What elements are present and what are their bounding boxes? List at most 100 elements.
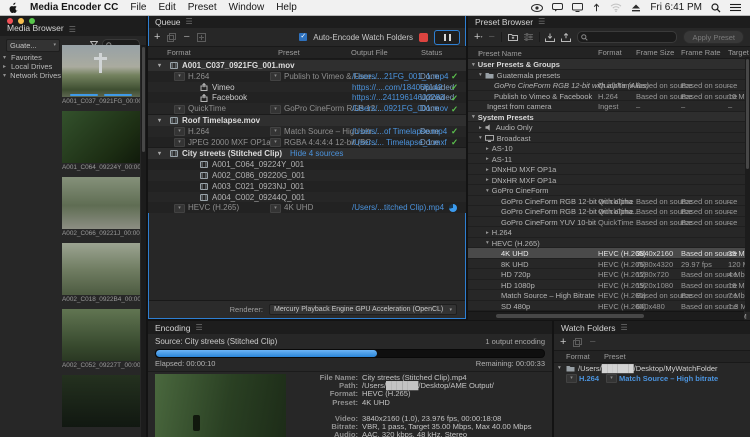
preset-settings-icon[interactable] — [524, 33, 533, 41]
menu-app-name[interactable]: Media Encoder CC — [30, 2, 118, 13]
format-dropdown[interactable]: ▾ — [174, 105, 185, 114]
remove-watch-folder-button[interactable]: − — [589, 337, 595, 347]
close-window-button[interactable] — [7, 18, 13, 24]
preset-hscrollbar-thumb[interactable] — [496, 314, 644, 318]
hide-sources-link[interactable]: Hide 4 sources — [290, 149, 343, 158]
column-format[interactable]: Format — [167, 48, 191, 57]
eject-status-icon[interactable] — [631, 3, 641, 12]
column-status[interactable]: Status — [421, 48, 442, 57]
preset-group-row[interactable]: ▾User Presets & Groups — [468, 59, 750, 70]
queue-output-row[interactable]: ▾H.264▾Publish to Vimeo & Face.../Users/… — [148, 71, 466, 82]
queue-source-row[interactable]: ▾City streets (Stitched Clip)Hide 4 sour… — [148, 147, 466, 159]
format-dropdown[interactable]: ▾ — [174, 127, 185, 136]
media-thumbnail[interactable]: A002_C018_0922B4_00:00:48 — [62, 243, 140, 303]
stitched-source-row[interactable]: A002_C086_09220G_001 — [148, 170, 466, 181]
preset-scrollbar[interactable] — [745, 57, 750, 312]
media-thumbnail[interactable]: A001_C037_0921FG_00:00:00:2 — [62, 45, 140, 105]
chevron-down-icon[interactable]: ▾ — [472, 62, 475, 68]
preset-group-row[interactable]: ▸Audio Only — [468, 122, 750, 133]
panel-menu-icon[interactable]: ☰ — [195, 325, 202, 331]
menu-file[interactable]: File — [130, 2, 146, 13]
tab-watch-folders[interactable]: Watch Folders — [561, 323, 615, 333]
tab-preset-browser[interactable]: Preset Browser — [475, 17, 533, 27]
spotlight-icon[interactable] — [711, 3, 721, 13]
thumbnail-image[interactable] — [62, 45, 140, 97]
format-dropdown[interactable]: ▾ — [174, 138, 185, 147]
chevron-right-icon[interactable]: ▸ — [479, 125, 482, 131]
watch-preset[interactable]: Match Source – High bitrate — [619, 374, 718, 383]
new-group-icon[interactable] — [508, 33, 518, 41]
column-format[interactable]: Format — [566, 352, 590, 361]
panel-menu-icon[interactable]: ☰ — [186, 19, 193, 25]
preset-scrollbar-thumb[interactable] — [746, 59, 749, 169]
column-target-rate[interactable]: Target Rate — [728, 48, 750, 57]
preset-dropdown[interactable]: ▾ — [606, 374, 617, 383]
preset-dropdown[interactable]: ▾ — [270, 72, 281, 81]
queue-output-row[interactable]: ▾QuickTime▾GoPro CineForm RGB 12.../User… — [148, 103, 466, 114]
format-dropdown[interactable]: ▾ — [174, 204, 185, 213]
queue-output-row[interactable]: ▾HEVC (H.265)▾4K UHD/Users/...titched Cl… — [148, 202, 466, 213]
media-tree-item[interactable]: ▾Favorites — [3, 53, 61, 62]
preset-group-row[interactable]: ▸DNxHR MXF OP1a — [468, 175, 750, 186]
media-scrollbar-thumb[interactable] — [142, 47, 145, 152]
preset-group-row[interactable]: ▾HEVC (H.265) — [468, 238, 750, 249]
duplicate-button[interactable] — [167, 33, 176, 42]
column-frame-size[interactable]: Frame Size — [636, 48, 674, 57]
thumbnail-image[interactable] — [62, 243, 140, 295]
add-source-button[interactable]: + — [154, 32, 160, 42]
preset-row[interactable]: GoPro CineForm YUV 10-bitQuickTimeBased … — [468, 217, 750, 228]
thumbnail-image[interactable] — [62, 309, 140, 361]
renderer-dropdown[interactable]: Mercury Playback Engine GPU Acceleration… — [269, 304, 457, 315]
preset-row[interactable]: GoPro CineForm RGB 12-bit with alpha...Q… — [468, 206, 750, 217]
media-thumbnail[interactable]: A002_C066_09221J_00:00:34 — [62, 177, 140, 237]
queue-source-row[interactable]: ▾A001_C037_0921FG_001.mov — [148, 59, 466, 71]
chevron-right-icon[interactable]: ▸ — [486, 146, 489, 152]
preset-group-row[interactable]: ▾Guatemala presets — [468, 70, 750, 81]
media-thumbnail[interactable]: A001_C064_09224Y_00:00:43 — [62, 111, 140, 171]
export-presets-icon[interactable] — [561, 33, 571, 42]
duplicate-watch-folder-button[interactable] — [573, 338, 582, 347]
menu-help[interactable]: Help — [276, 2, 297, 13]
watch-folder-row[interactable]: ▾ /Users/██████/Desktop/MyWatchFolder — [554, 363, 750, 373]
queue-source-row[interactable]: ▾Roof Timelapse.mov — [148, 114, 466, 126]
chevron-down-icon[interactable]: ▾ — [486, 188, 489, 194]
chevron-right-icon[interactable]: ▸ — [486, 177, 489, 183]
location-dropdown[interactable]: Guate... ▾ — [6, 39, 60, 52]
preset-group-row[interactable]: ▾System Presets — [468, 112, 750, 123]
preset-group-row[interactable]: ▸H.264 — [468, 227, 750, 238]
remove-button[interactable]: − — [183, 32, 189, 42]
column-frame-rate[interactable]: Frame Rate — [681, 48, 721, 57]
chevron-down-icon[interactable]: ▾ — [3, 54, 8, 61]
preset-group-row[interactable]: ▾Broadcast — [468, 133, 750, 144]
queue-output-row[interactable]: ▾JPEG 2000 MXF OP1a▾RGBA 4:4:4:4 12-bit … — [148, 137, 466, 148]
chevron-right-icon[interactable]: ▸ — [3, 63, 8, 70]
notification-center-icon[interactable] — [730, 3, 741, 12]
media-scrollbar[interactable] — [141, 45, 146, 437]
stitched-source-row[interactable]: A004_C002_09244Q_001 — [148, 192, 466, 203]
output-format[interactable]: H.264 — [188, 127, 209, 136]
chevron-right-icon[interactable]: ▸ — [486, 167, 489, 173]
preset-dropdown[interactable]: ▾ — [270, 127, 281, 136]
media-tree-item[interactable]: ▸Local Drives — [3, 62, 61, 71]
chevron-down-icon[interactable]: ▾ — [3, 72, 7, 79]
panel-menu-icon[interactable]: ☰ — [538, 19, 545, 25]
apply-preset-button[interactable]: Apply Preset — [683, 30, 744, 44]
stop-queue-button[interactable] — [419, 33, 428, 42]
thumbnail-image[interactable] — [62, 177, 140, 229]
queue-output-row[interactable]: ▾H.264▾Match Source – High bitr.../Users… — [148, 126, 466, 137]
watch-format[interactable]: H.264 — [579, 374, 599, 383]
preset-row[interactable]: 8K UHDHEVC (H.265)7680x432029.97 fps120 … — [468, 259, 750, 270]
panel-menu-icon[interactable]: ☰ — [69, 27, 76, 33]
watch-folder-output-row[interactable]: ▾ H.264 ▾ Match Source – High bitrate — [554, 373, 750, 383]
preset-group-row[interactable]: ▸AS-10 — [468, 143, 750, 154]
chevron-right-icon[interactable]: ▸ — [486, 230, 489, 236]
zoom-window-button[interactable] — [29, 18, 35, 24]
publish-row[interactable]: Vimeohttps://....com/184066142Uploaded✓ — [148, 82, 466, 93]
output-preset[interactable]: 4K UHD — [284, 203, 313, 212]
chevron-down-icon[interactable]: ▾ — [479, 72, 482, 78]
preset-row[interactable]: Ingest from cameraIngest––– — [468, 101, 750, 112]
chevron-down-icon[interactable]: ▾ — [158, 62, 161, 69]
menu-edit[interactable]: Edit — [158, 2, 175, 13]
add-output-button[interactable] — [197, 33, 206, 42]
add-watch-folder-button[interactable]: + — [560, 337, 566, 347]
